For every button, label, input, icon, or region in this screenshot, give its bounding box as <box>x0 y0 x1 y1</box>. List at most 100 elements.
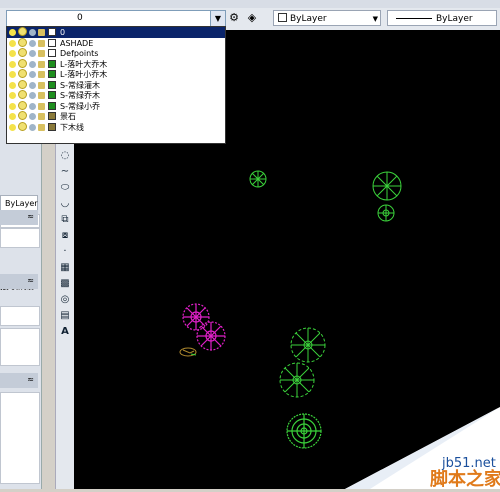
layer-match-icon[interactable]: ⚙ <box>227 11 241 25</box>
viewport-freeze-icon[interactable] <box>29 29 36 36</box>
viewport-freeze-icon[interactable] <box>29 81 36 89</box>
bulb-icon[interactable] <box>9 102 16 110</box>
watermark: jb51.net 脚本之家 <box>330 399 500 490</box>
layer-row[interactable]: 0 <box>7 27 225 38</box>
hatch-tool-icon[interactable]: ▦ <box>56 260 74 276</box>
palette-field[interactable] <box>0 392 40 484</box>
lock-icon[interactable] <box>38 50 45 57</box>
sun-icon[interactable] <box>18 100 27 110</box>
sun-icon[interactable] <box>18 111 27 120</box>
sun-icon[interactable] <box>18 37 27 47</box>
sun-icon[interactable] <box>18 48 27 57</box>
layer-row[interactable]: S-常绿乔木 <box>7 90 225 101</box>
layer-color-swatch <box>48 38 56 47</box>
layer-name: L-落叶小乔木 <box>60 70 108 79</box>
viewport-freeze-icon[interactable] <box>29 102 36 110</box>
layer-name: 景石 <box>60 112 76 121</box>
bulb-icon[interactable] <box>9 123 16 131</box>
lock-icon[interactable] <box>38 92 45 99</box>
bulb-icon[interactable] <box>9 113 16 120</box>
layer-color-swatch <box>48 49 56 57</box>
sun-icon[interactable] <box>18 58 27 68</box>
layer-row[interactable]: S-常绿灌木 <box>7 79 225 91</box>
watermark-brand: 脚本之家 <box>430 468 500 489</box>
viewport-freeze-icon[interactable] <box>29 113 36 120</box>
viewport-freeze-icon[interactable] <box>29 60 36 68</box>
lock-icon[interactable] <box>38 123 45 131</box>
lock-icon[interactable] <box>38 60 45 68</box>
palette-field[interactable] <box>0 328 40 366</box>
spline-tool-icon[interactable]: ∼ <box>56 164 74 180</box>
point-tool-icon[interactable]: · <box>56 244 74 260</box>
tree-symbol <box>290 327 326 363</box>
layer-dropdown-list[interactable]: 0 ASHADE Defpoints L-落叶大乔木 L-落叶小乔木 S-常绿灌木 S-常绿… <box>6 26 226 144</box>
linetype-combo-value: ByLayer <box>436 14 473 24</box>
lock-icon[interactable] <box>38 29 45 36</box>
lock-icon[interactable] <box>38 81 45 89</box>
layer-combo-value: 0 <box>77 13 83 23</box>
sun-icon[interactable] <box>18 27 27 36</box>
bulb-icon[interactable] <box>9 50 16 57</box>
bulb-icon[interactable] <box>9 60 16 68</box>
viewport-freeze-icon[interactable] <box>29 50 36 57</box>
layer-combo-arrow-icon[interactable]: ▼ <box>210 11 225 27</box>
viewport-freeze-icon[interactable] <box>29 92 36 99</box>
sun-icon[interactable] <box>18 90 27 99</box>
layer-row[interactable]: 下木线 <box>7 121 225 133</box>
sun-icon[interactable] <box>18 79 27 89</box>
ellipse-tool-icon[interactable]: ⬭ <box>56 180 74 196</box>
table-tool-icon[interactable]: ▤ <box>56 308 74 324</box>
layer-row[interactable]: 景石 <box>7 111 225 122</box>
sun-icon[interactable] <box>18 121 27 131</box>
ellipse-arc-tool-icon[interactable]: ◡ <box>56 196 74 212</box>
layer-row[interactable]: L-落叶大乔木 <box>7 58 225 70</box>
sun-icon[interactable] <box>18 69 27 78</box>
tree-symbol <box>249 170 267 188</box>
palette-section-header[interactable]: ≈ <box>0 210 38 225</box>
chevron-down-icon: ▼ <box>372 15 378 23</box>
viewport-freeze-icon[interactable] <box>29 71 36 78</box>
layer-color-swatch <box>48 59 56 68</box>
layer-color-swatch <box>48 112 56 120</box>
layer-row[interactable]: L-落叶小乔木 <box>7 69 225 80</box>
layer-row[interactable]: ASHADE <box>7 37 225 49</box>
lock-icon[interactable] <box>38 102 45 110</box>
layer-color-swatch <box>48 122 56 131</box>
collapse-icon[interactable]: ≈ <box>27 375 34 384</box>
viewport-freeze-icon[interactable] <box>29 39 36 47</box>
layer-row[interactable]: S-常绿小乔 <box>7 100 225 112</box>
revcloud-tool-icon[interactable]: ◌ <box>56 148 74 164</box>
viewport-freeze-icon[interactable] <box>29 123 36 131</box>
lock-icon[interactable] <box>38 39 45 47</box>
color-combo[interactable]: ByLayer ▼ <box>273 10 381 26</box>
collapse-icon[interactable]: ≈ <box>27 212 34 221</box>
lock-icon[interactable] <box>38 71 45 78</box>
color-combo-value: ByLayer <box>290 14 327 24</box>
layer-previous-icon[interactable]: ◈ <box>245 11 259 25</box>
bulb-icon[interactable] <box>9 92 16 99</box>
shrub-cluster <box>286 413 322 449</box>
palette-field[interactable] <box>0 228 40 248</box>
insert-block-icon[interactable]: ⧉ <box>56 212 74 228</box>
bulb-icon[interactable] <box>9 29 16 36</box>
region-tool-icon[interactable]: ◎ <box>56 292 74 308</box>
make-block-icon[interactable]: ⧇ <box>56 228 74 244</box>
layer-color-swatch <box>48 28 56 36</box>
gradient-tool-icon[interactable]: ▩ <box>56 276 74 292</box>
lock-icon[interactable] <box>38 113 45 120</box>
layer-name: 0 <box>60 28 66 37</box>
bulb-icon[interactable] <box>9 81 16 89</box>
color-swatch-icon <box>278 13 287 22</box>
bulb-icon[interactable] <box>9 71 16 78</box>
layer-name: S-常绿灌木 <box>60 80 100 90</box>
palette-color-combo[interactable]: ByLayer <box>0 195 38 211</box>
text-tool-icon[interactable]: A <box>56 324 74 340</box>
palette-section-header[interactable]: ≈ <box>0 373 38 388</box>
palette-section-header[interactable]: ≈ <box>0 274 38 289</box>
bulb-icon[interactable] <box>9 39 16 47</box>
layer-row[interactable]: Defpoints <box>7 48 225 59</box>
linetype-combo[interactable]: ByLayer <box>387 10 497 26</box>
palette-field[interactable] <box>0 306 40 326</box>
collapse-icon[interactable]: ≈ <box>27 276 34 285</box>
shrub-symbol <box>196 321 226 351</box>
